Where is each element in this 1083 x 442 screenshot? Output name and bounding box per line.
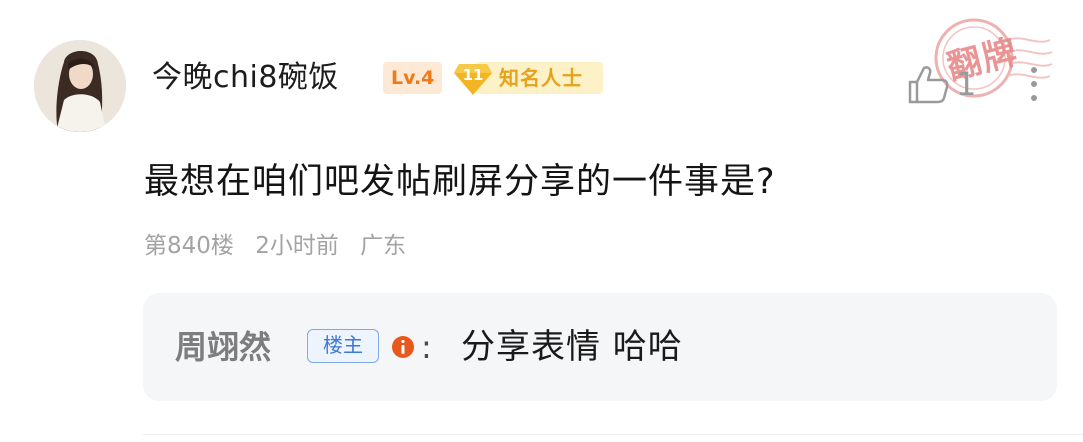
reply-author[interactable]: 周翊然: [175, 325, 271, 369]
title-badge-level: 11: [462, 66, 484, 84]
post-location: 广东: [360, 233, 407, 259]
avatar[interactable]: [34, 40, 126, 132]
post-content: 最想在咱们吧发帖刷屏分享的一件事是?: [144, 162, 776, 202]
reply-text: 分享表情 哈哈: [461, 327, 683, 367]
comment-card: 今晚chi8碗饭 Lv.4 11 知名人士 翻牌 1 最想在咱们吧发帖刷屏分享的…: [0, 0, 1083, 442]
level-badge[interactable]: Lv.4: [383, 62, 443, 94]
avatar-image: [34, 40, 126, 132]
more-options-button[interactable]: [1026, 60, 1042, 108]
like-count: 1: [956, 65, 977, 103]
divider: [143, 434, 1083, 435]
op-badge: 楼主: [307, 329, 379, 363]
like-button[interactable]: 1: [906, 62, 986, 106]
reply-colon: :: [421, 328, 432, 366]
reply-preview[interactable]: 周翊然 楼主 : 分享表情 哈哈: [143, 293, 1057, 401]
post-time: 2小时前: [255, 233, 339, 259]
title-badge[interactable]: 11 知名人士: [453, 60, 603, 96]
username[interactable]: 今晚chi8碗饭: [152, 58, 339, 98]
info-icon[interactable]: [391, 335, 415, 359]
more-vertical-icon: [1031, 67, 1037, 101]
title-badge-label: 知名人士: [499, 66, 583, 90]
post-meta: 第840楼 2小时前 广东: [144, 230, 420, 262]
thumbs-up-icon: [908, 66, 949, 104]
floor-number: 第840楼: [144, 233, 234, 259]
